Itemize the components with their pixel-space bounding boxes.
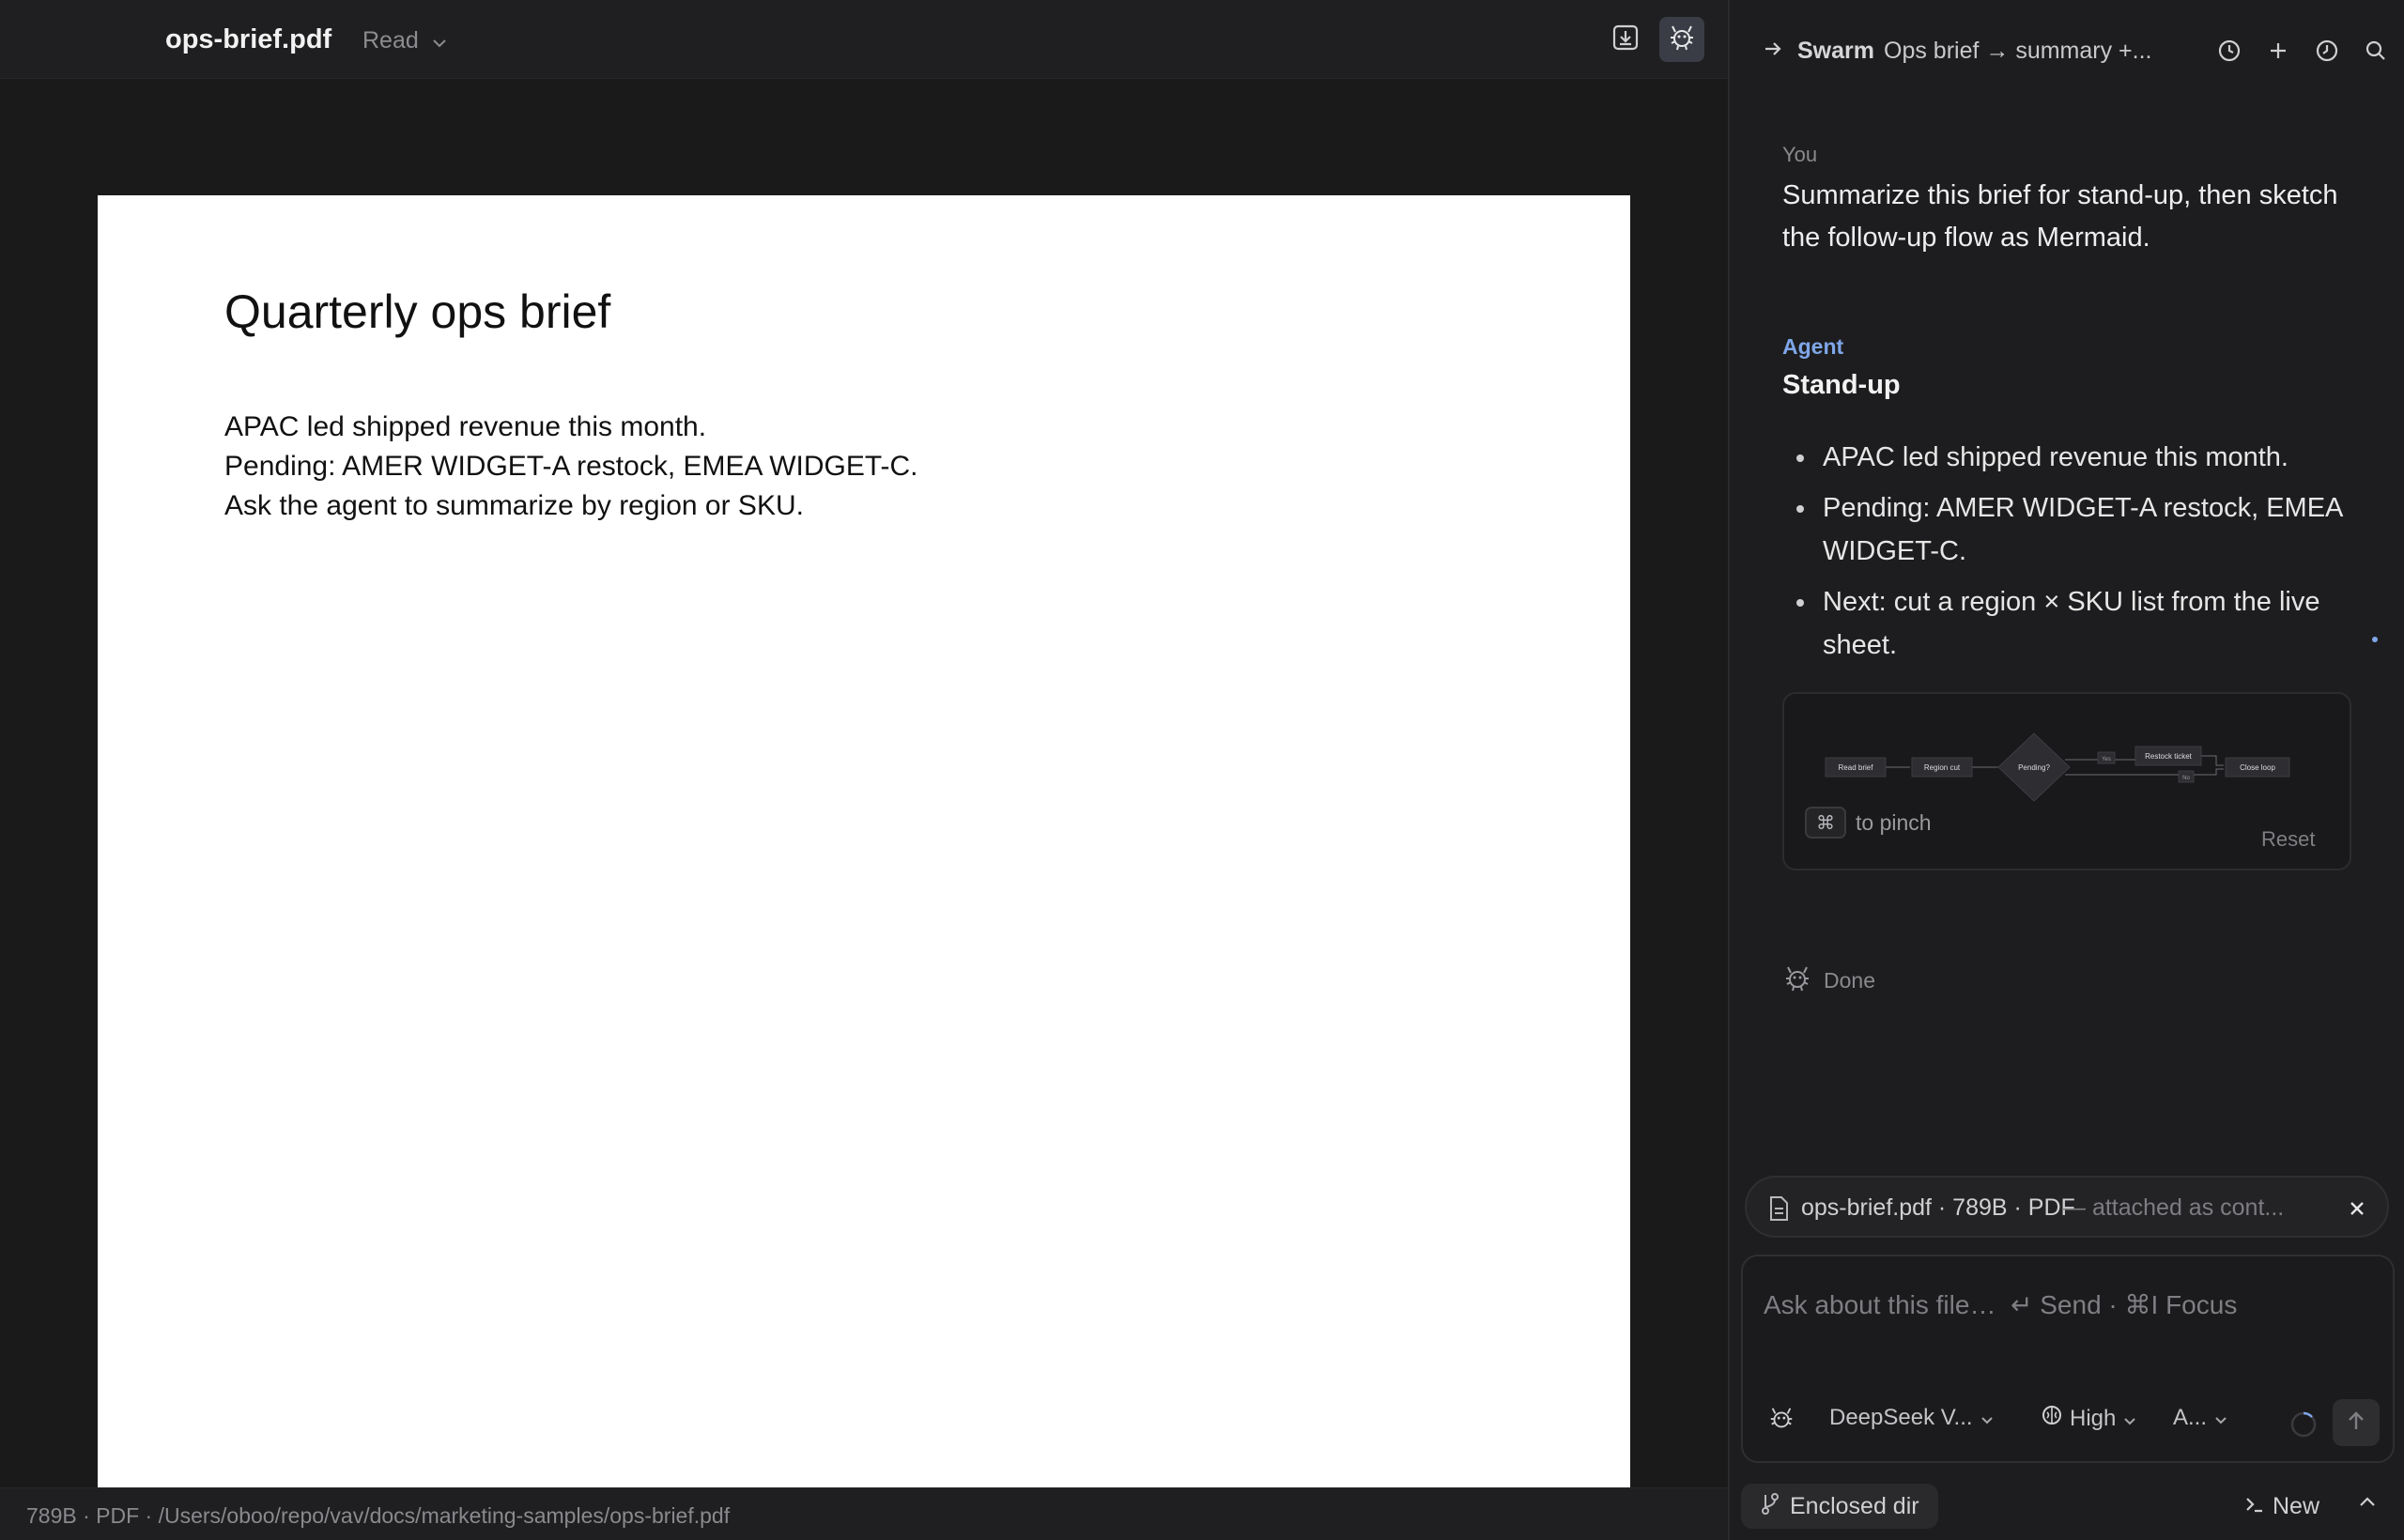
model-select[interactable]: DeepSeek V... <box>1829 1405 1994 1431</box>
viewer-toolbar: ops-brief.pdf Read <box>0 0 1728 79</box>
terminal-icon <box>2244 1493 2265 1520</box>
effort-select[interactable]: High <box>2042 1405 2136 1432</box>
send-button[interactable] <box>2333 1399 2380 1446</box>
agent-picker-button[interactable] <box>1767 1405 1795 1440</box>
new-session-button[interactable]: New <box>2244 1493 2319 1520</box>
view-mode-select[interactable]: Read <box>362 24 447 56</box>
plus-icon[interactable] <box>2263 36 2293 66</box>
chevron-down-icon <box>2214 1405 2227 1431</box>
cmd-key-icon: ⌘ <box>1805 807 1846 839</box>
document-heading: Quarterly ops brief <box>224 285 611 338</box>
arrow-right-icon[interactable] <box>1762 38 1784 65</box>
list-item: APAC led shipped revenue this month. <box>1782 436 2346 479</box>
file-info-text: 789B · PDF · /Users/oboo/repo/vav/docs/m… <box>26 1503 731 1528</box>
attachment-name: ops-brief.pdf · 789B · PDF <box>1801 1194 2075 1221</box>
agent-icon <box>1667 23 1697 57</box>
edge-no-label: No <box>2182 776 2190 781</box>
composer: DeepSeek V... High A... <box>1741 1255 2395 1463</box>
attachment-chip[interactable]: ops-brief.pdf · 789B · PDF — attached as… <box>1745 1176 2389 1238</box>
reset-zoom-button[interactable]: Reset <box>2261 827 2315 852</box>
agent-icon <box>1767 1405 1795 1440</box>
document-body: APAC led shipped revenue this month. Pen… <box>224 408 918 526</box>
document-line: Pending: AMER WIDGET-A restock, EMEA WID… <box>224 451 918 482</box>
agent-icon <box>1782 963 1812 998</box>
new-label: New <box>2273 1493 2320 1519</box>
enclosed-dir-button[interactable]: Enclosed dir <box>1741 1484 1938 1529</box>
brain-icon <box>2042 1405 2062 1432</box>
chat-header: Swarm Ops brief → summary +... <box>1730 26 2404 75</box>
user-message: Summarize this brief for stand-up, then … <box>1782 180 2338 253</box>
node-read-brief-label: Read brief <box>1839 763 1874 772</box>
arrow-up-icon <box>2346 1409 2366 1437</box>
close-icon[interactable] <box>2344 1195 2370 1222</box>
composer-toolbar: DeepSeek V... High A... <box>1743 1397 2396 1446</box>
node-region-cut-label: Region cut <box>1924 763 1961 772</box>
edge-yes-label: Yes <box>2102 757 2111 762</box>
effort-label: High <box>2070 1405 2117 1431</box>
mode-label: A... <box>2173 1405 2208 1430</box>
chevron-down-icon <box>1980 1405 1994 1431</box>
attachment-note: — attached as cont... <box>2062 1194 2285 1221</box>
run-status: Done <box>1782 963 1875 998</box>
document-line: Ask the agent to summarize by region or … <box>224 490 804 521</box>
node-pending-label: Pending? <box>2018 763 2050 772</box>
node-restock-ticket-label: Restock ticket <box>2145 752 2193 761</box>
history-icon[interactable] <box>2214 36 2244 66</box>
clock-icon[interactable] <box>2312 36 2342 66</box>
agent-panel-toggle[interactable] <box>1659 17 1704 62</box>
model-label: DeepSeek V... <box>1829 1405 1973 1430</box>
list-item: Pending: AMER WIDGET-A restock, EMEA WID… <box>1782 486 2346 573</box>
panel-footer: Enclosed dir New <box>1730 1482 2404 1531</box>
export-icon <box>1611 23 1640 56</box>
view-mode-label: Read <box>362 26 419 54</box>
pinch-hint: to pinch <box>1856 810 1932 835</box>
done-label: Done <box>1824 968 1875 993</box>
chevron-down-icon <box>432 27 447 54</box>
agent-label: Agent <box>1782 334 1844 359</box>
chat-panel: Swarm Ops brief → summary +... You Summa… <box>1728 0 2404 1540</box>
loading-spinner-icon <box>2289 1410 2318 1443</box>
agent-bullet-list: APAC led shipped revenue this month. Pen… <box>1782 436 2346 674</box>
mermaid-diagram-card[interactable]: Read brief Region cut Pending? Restock t… <box>1782 692 2351 870</box>
swarm-label: Swarm <box>1797 38 1874 64</box>
user-label: You <box>1782 143 1818 166</box>
document-title: ops-brief.pdf <box>165 24 332 54</box>
mode-select[interactable]: A... <box>2173 1405 2227 1431</box>
scroll-indicator <box>2372 637 2378 642</box>
search-icon[interactable] <box>2361 36 2391 66</box>
chevron-down-icon <box>2123 1406 2136 1432</box>
message-input[interactable] <box>1764 1277 2374 1333</box>
export-button[interactable] <box>1603 17 1648 62</box>
thread-title[interactable]: Ops brief → summary +... <box>1884 38 2152 65</box>
enclosed-dir-label: Enclosed dir <box>1790 1492 1919 1519</box>
chevron-up-icon[interactable] <box>2359 1495 2376 1512</box>
agent-heading: Stand-up <box>1782 370 1901 400</box>
status-bar: 789B · PDF · /Users/oboo/repo/vav/docs/m… <box>0 1487 1728 1540</box>
document-line: APAC led shipped revenue this month. <box>224 411 707 442</box>
list-item: Next: cut a region × SKU list from the l… <box>1782 580 2346 667</box>
document-viewer: ops-brief.pdf Read Quarterly ops brief A… <box>0 0 1728 1540</box>
pdf-page: Quarterly ops brief APAC led shipped rev… <box>98 195 1630 1487</box>
file-icon <box>1767 1195 1790 1226</box>
node-close-loop-label: Close loop <box>2240 763 2275 772</box>
branch-icon <box>1760 1492 1780 1521</box>
